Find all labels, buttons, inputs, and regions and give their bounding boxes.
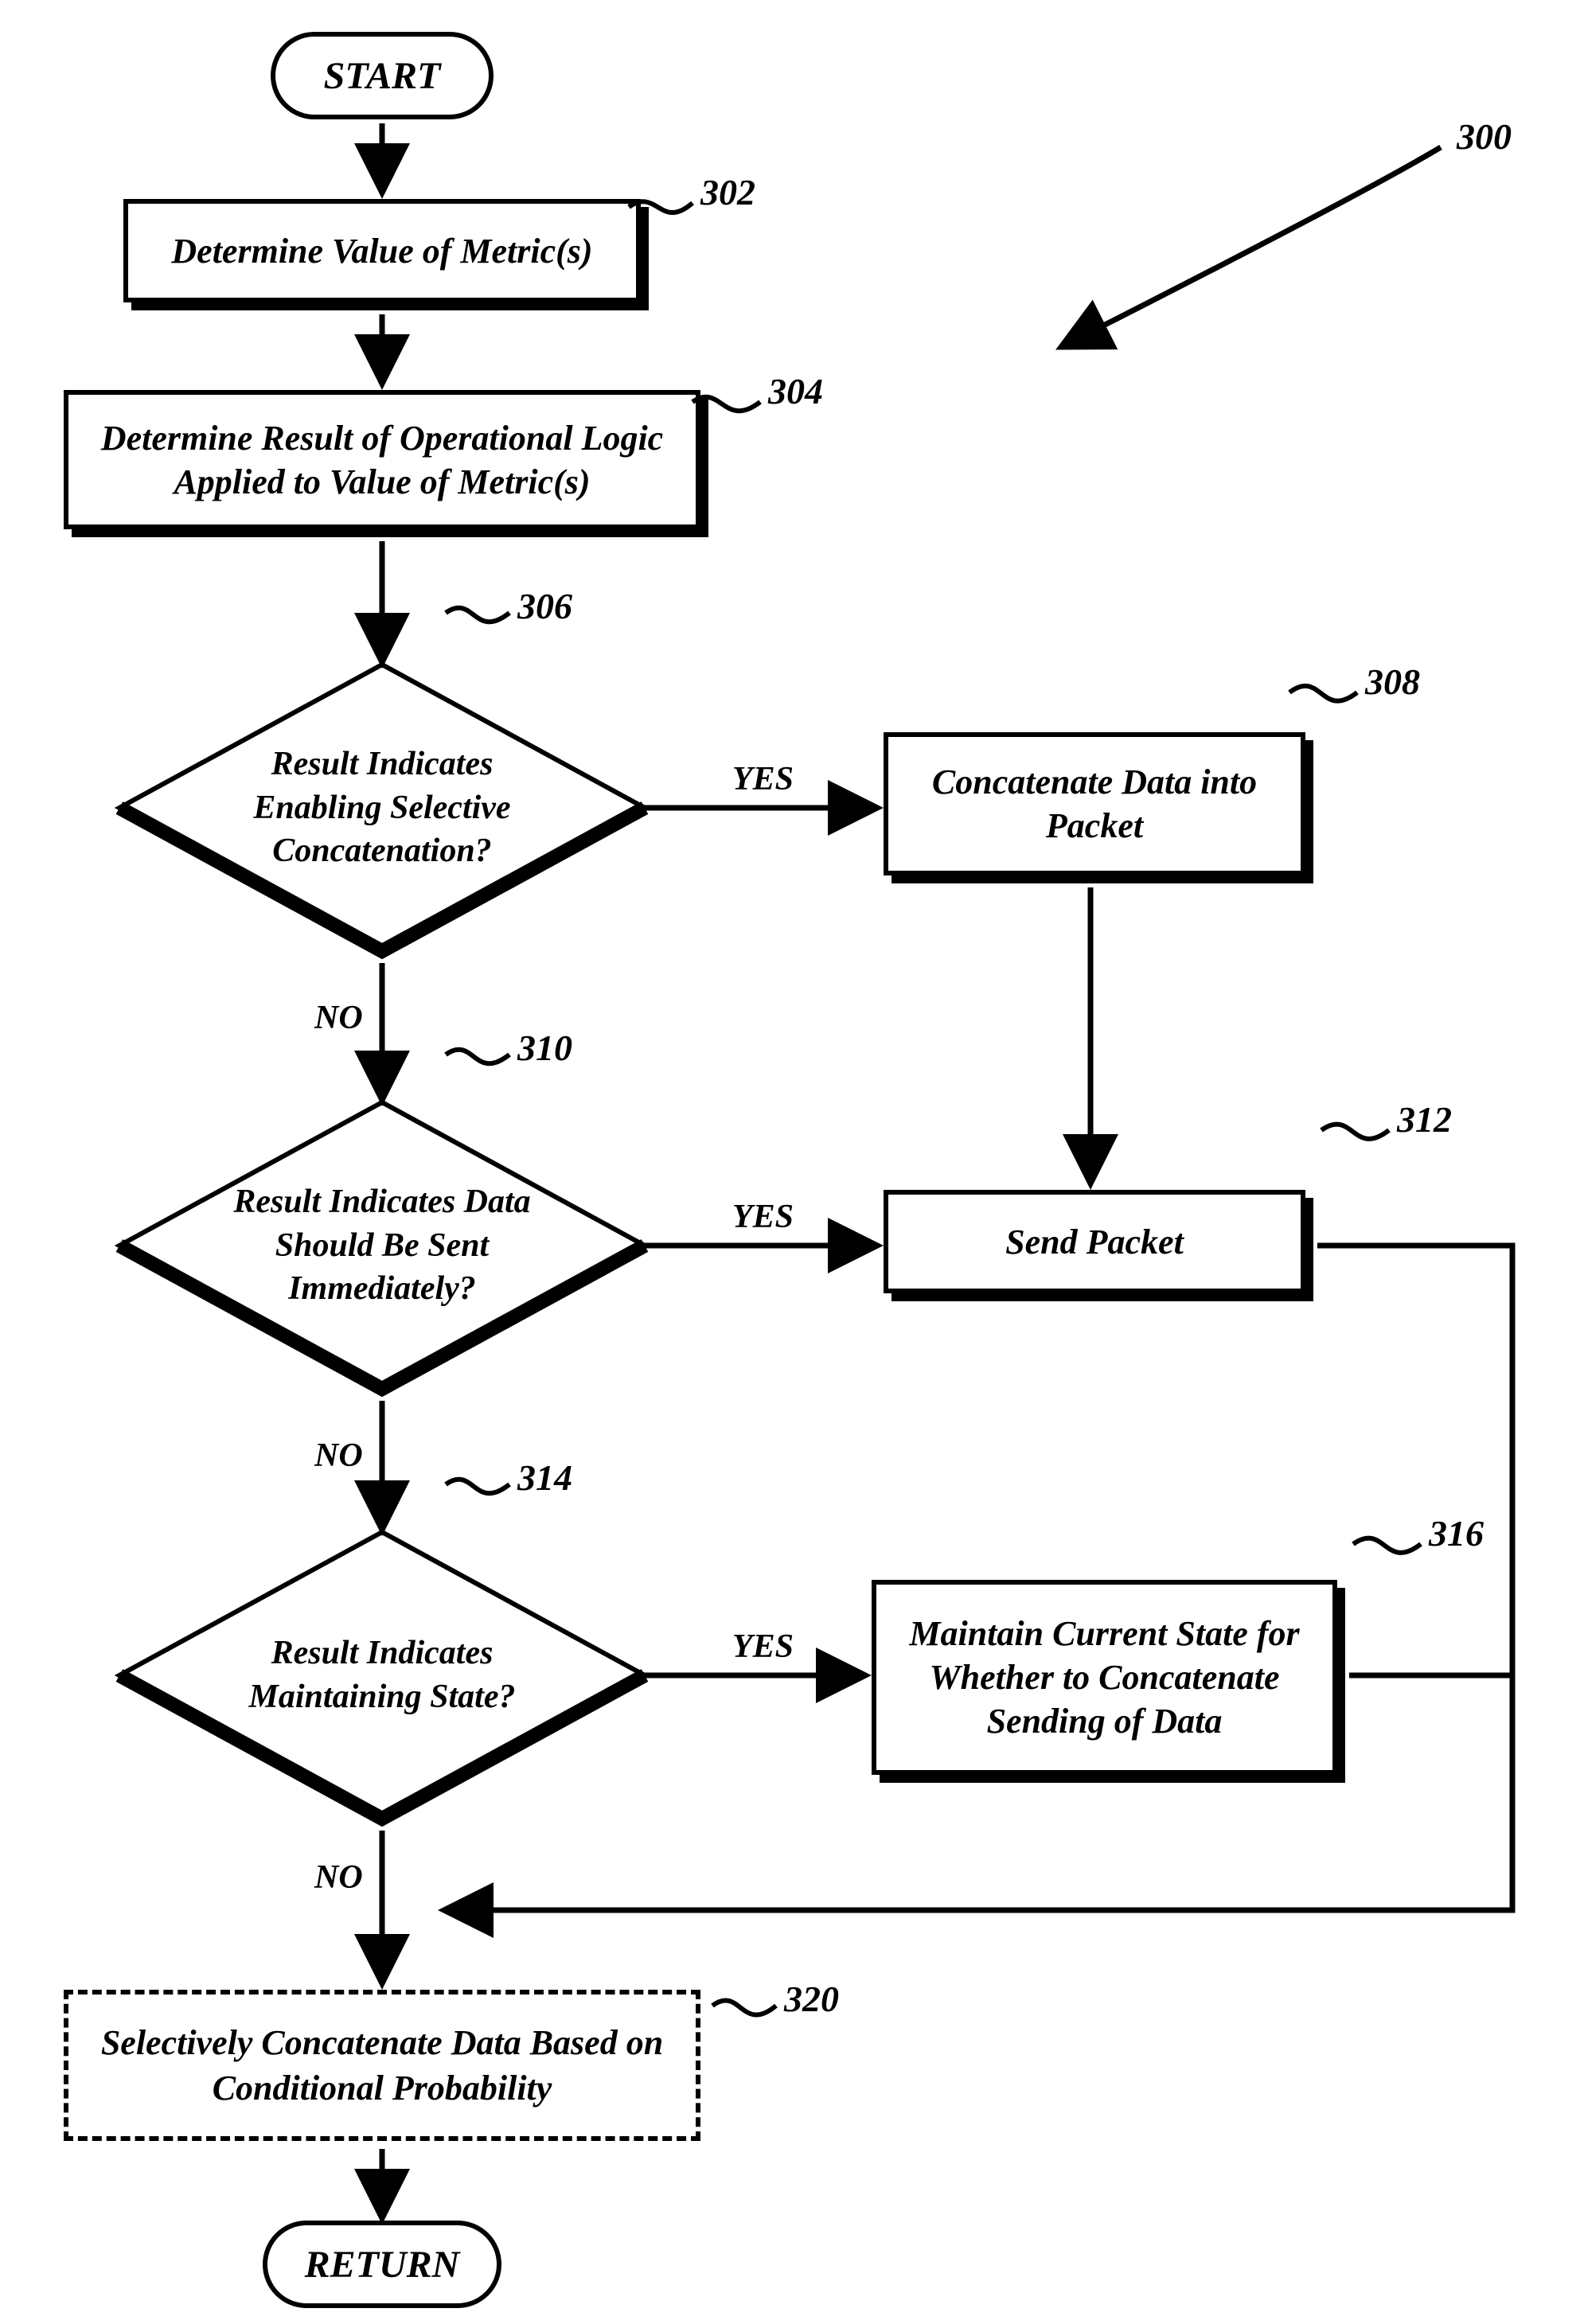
decision-306-text: Result Indicates Enabling Selective Conc…	[215, 732, 549, 883]
edge-306-yes: YES	[732, 760, 794, 798]
ref-308: 308	[1365, 661, 1420, 703]
ref-306: 306	[517, 585, 572, 627]
edge-314-yes: YES	[732, 1628, 794, 1666]
ref-320: 320	[784, 1978, 839, 2020]
process-304: Determine Result of Operational Logic Ap…	[64, 390, 700, 529]
edge-306-no: NO	[314, 999, 363, 1037]
ref-316: 316	[1429, 1512, 1484, 1554]
process-316: Maintain Current State for Whether to Co…	[872, 1580, 1337, 1775]
edge-310-yes: YES	[732, 1198, 794, 1236]
process-312: Send Packet	[884, 1190, 1305, 1293]
return-terminator: RETURN	[263, 2221, 501, 2308]
decision-310-text: Result Indicates Data Should Be Sent Imm…	[215, 1170, 549, 1321]
start-terminator: START	[271, 32, 494, 119]
edge-314-no: NO	[314, 1858, 363, 1897]
edge-310-no: NO	[314, 1437, 363, 1475]
ref-304: 304	[768, 370, 823, 412]
process-302: Determine Value of Metric(s)	[123, 199, 641, 302]
ref-310: 310	[517, 1027, 572, 1069]
decision-314-text: Result Indicates Maintaining State?	[215, 1616, 549, 1735]
ref-314: 314	[517, 1456, 572, 1499]
flowchart-canvas: START RETURN Determine Value of Metric(s…	[0, 0, 1584, 2324]
ref-302: 302	[700, 171, 755, 213]
ref-312: 312	[1397, 1098, 1452, 1141]
process-308: Concatenate Data into Packet	[884, 732, 1305, 875]
ref-300: 300	[1457, 115, 1512, 158]
connector-layer	[0, 0, 1584, 2324]
process-320-dashed: Selectively Concatenate Data Based on Co…	[64, 1990, 700, 2141]
